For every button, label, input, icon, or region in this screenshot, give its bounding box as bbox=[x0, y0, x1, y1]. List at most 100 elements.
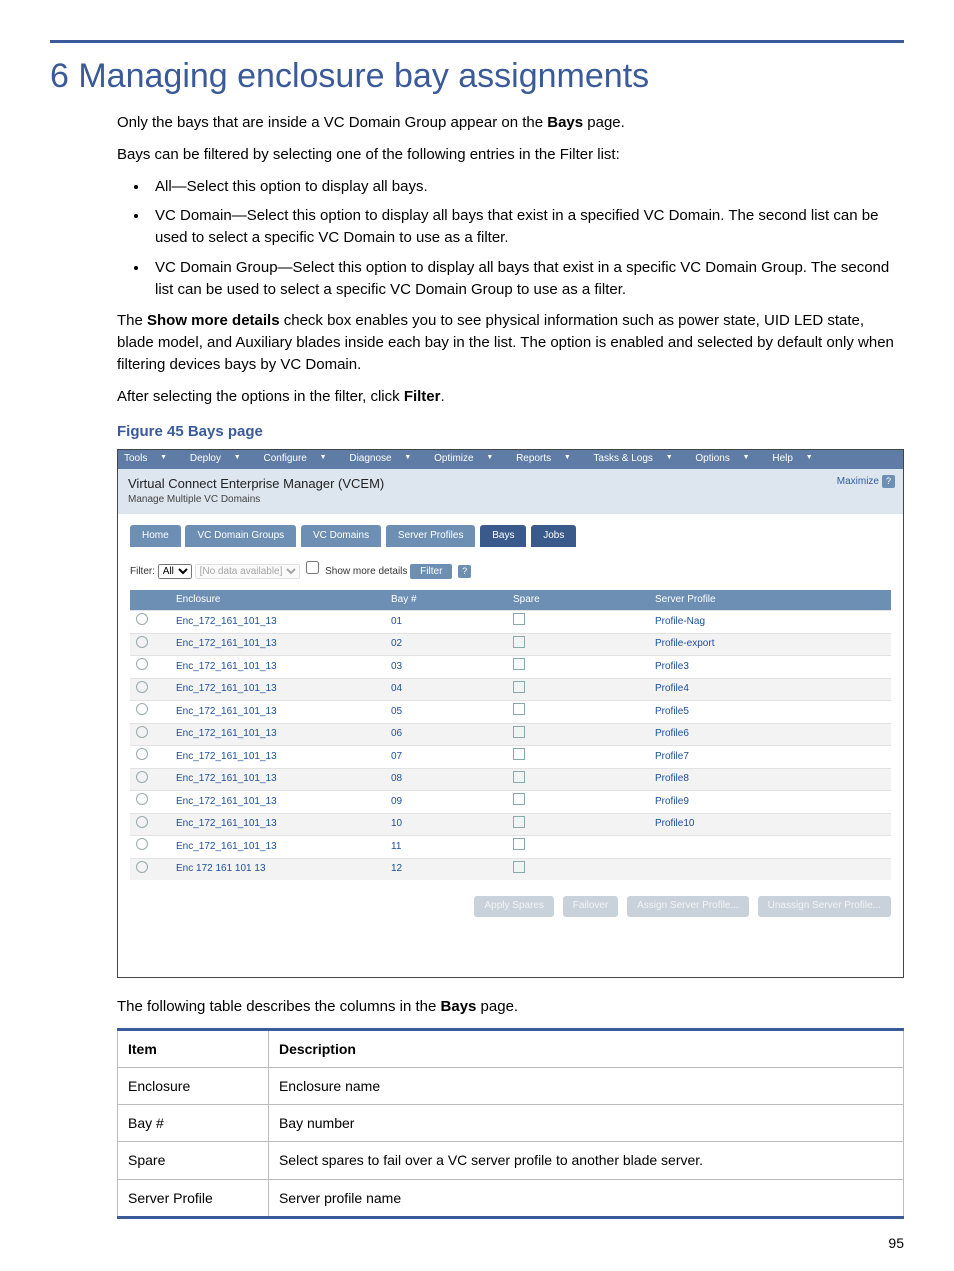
table-row[interactable]: Enc_172_161_101_1307Profile7 bbox=[130, 746, 891, 769]
spare-checkbox[interactable] bbox=[513, 771, 525, 783]
status-icon bbox=[136, 771, 148, 783]
bay-cell: 12 bbox=[385, 858, 507, 880]
show-more-checkbox[interactable] bbox=[306, 561, 319, 574]
profile-cell: Profile9 bbox=[649, 791, 891, 814]
table-row[interactable]: Enc_172_161_101_1301Profile-Nag bbox=[130, 611, 891, 634]
tab-bays[interactable]: Bays bbox=[480, 525, 526, 548]
menu-item[interactable]: Options ▼ bbox=[695, 453, 759, 464]
col-enclosure[interactable]: Enclosure bbox=[170, 590, 385, 611]
profile-cell: Profile10 bbox=[649, 813, 891, 836]
bay-cell: 02 bbox=[385, 633, 507, 656]
tab-server-profiles[interactable]: Server Profiles bbox=[386, 525, 476, 548]
enclosure-cell: Enc 172 161 101 13 bbox=[170, 858, 385, 880]
table-row[interactable]: Enc_172_161_101_1309 Profile9 bbox=[130, 791, 891, 814]
desc-header-description: Description bbox=[268, 1029, 903, 1067]
enclosure-cell: Enc_172_161_101_13 bbox=[170, 611, 385, 634]
status-icon bbox=[136, 658, 148, 670]
tab-vc-domains[interactable]: VC Domains bbox=[301, 525, 381, 548]
menu-item[interactable]: Reports ▼ bbox=[516, 453, 581, 464]
table-row[interactable]: Enc_172_161_101_1311 bbox=[130, 836, 891, 859]
bay-cell: 01 bbox=[385, 611, 507, 634]
spare-checkbox[interactable] bbox=[513, 816, 525, 828]
menu-item[interactable]: Help ▼ bbox=[772, 453, 822, 464]
table-row[interactable]: Enc_172_161_101_1302Profile-export bbox=[130, 633, 891, 656]
tab-vc-domain-groups[interactable]: VC Domain Groups bbox=[185, 525, 296, 548]
menu-item[interactable]: Diagnose ▼ bbox=[349, 453, 421, 464]
tab-bar: Home VC Domain Groups VC Domains Server … bbox=[118, 514, 903, 551]
help-icon[interactable]: ? bbox=[458, 565, 471, 578]
bay-cell: 09 bbox=[385, 791, 507, 814]
bays-bold: Bays bbox=[441, 998, 477, 1015]
status-cell bbox=[130, 633, 170, 656]
status-icon bbox=[136, 613, 148, 625]
status-cell bbox=[130, 678, 170, 701]
spare-checkbox[interactable] bbox=[513, 838, 525, 850]
status-cell bbox=[130, 656, 170, 679]
col-bay[interactable]: Bay # bbox=[385, 590, 507, 611]
filter-button[interactable]: Filter bbox=[410, 564, 452, 579]
status-icon bbox=[136, 681, 148, 693]
spare-cell bbox=[507, 723, 649, 746]
bays-screenshot: Tools ▼ Deploy ▼ Configure ▼ Diagnose ▼ … bbox=[117, 449, 904, 978]
spare-checkbox[interactable] bbox=[513, 636, 525, 648]
spare-checkbox[interactable] bbox=[513, 793, 525, 805]
col-spare[interactable]: Spare bbox=[507, 590, 649, 611]
show-more-para: The Show more details check box enables … bbox=[117, 310, 904, 375]
maximize-link[interactable]: Maximize? bbox=[837, 475, 895, 490]
menu-item[interactable]: Optimize ▼ bbox=[434, 453, 503, 464]
help-icon[interactable]: ? bbox=[882, 475, 895, 488]
col-server-profile[interactable]: Server Profile bbox=[649, 590, 891, 611]
enclosure-cell: Enc_172_161_101_13 bbox=[170, 701, 385, 724]
spare-checkbox[interactable] bbox=[513, 726, 525, 738]
tab-home[interactable]: Home bbox=[130, 525, 181, 548]
spare-checkbox[interactable] bbox=[513, 748, 525, 760]
filter-select[interactable]: All bbox=[158, 564, 192, 579]
spare-cell bbox=[507, 813, 649, 836]
profile-cell bbox=[649, 858, 891, 880]
profile-cell: Profile-export bbox=[649, 633, 891, 656]
table-row[interactable]: Enc 172 161 101 1312 bbox=[130, 858, 891, 880]
filter-label: Filter: bbox=[130, 566, 155, 577]
status-cell bbox=[130, 611, 170, 634]
spare-checkbox[interactable] bbox=[513, 681, 525, 693]
intro-para-1: Only the bays that are inside a VC Domai… bbox=[117, 112, 904, 134]
spare-checkbox[interactable] bbox=[513, 613, 525, 625]
tab-jobs[interactable]: Jobs bbox=[531, 525, 576, 548]
table-row[interactable]: Enc_172_161_101_1310Profile10 bbox=[130, 813, 891, 836]
enclosure-cell: Enc_172_161_101_13 bbox=[170, 791, 385, 814]
spare-cell bbox=[507, 791, 649, 814]
status-icon bbox=[136, 816, 148, 828]
table-row: Bay #Bay number bbox=[118, 1105, 904, 1142]
bays-grid: Enclosure Bay # Spare Server Profile Enc… bbox=[130, 590, 891, 881]
apply-spares-button[interactable]: Apply Spares bbox=[474, 896, 553, 917]
status-cell bbox=[130, 813, 170, 836]
bay-cell: 11 bbox=[385, 836, 507, 859]
menu-item[interactable]: Tools ▼ bbox=[124, 453, 177, 464]
app-subtitle: Manage Multiple VC Domains bbox=[128, 493, 893, 508]
profile-cell: Profile4 bbox=[649, 678, 891, 701]
spare-cell bbox=[507, 836, 649, 859]
filter-secondary-select[interactable]: [No data available] bbox=[195, 564, 300, 579]
spare-cell bbox=[507, 701, 649, 724]
table-row[interactable]: Enc_172_161_101_1303Profile3 bbox=[130, 656, 891, 679]
failover-button[interactable]: Failover bbox=[563, 896, 619, 917]
menu-item[interactable]: Tasks & Logs ▼ bbox=[593, 453, 682, 464]
table-row: Server ProfileServer profile name bbox=[118, 1179, 904, 1217]
spare-checkbox[interactable] bbox=[513, 703, 525, 715]
spare-checkbox[interactable] bbox=[513, 658, 525, 670]
filter-click-para: After selecting the options in the filte… bbox=[117, 386, 904, 408]
menu-item[interactable]: Deploy ▼ bbox=[190, 453, 251, 464]
bay-cell: 03 bbox=[385, 656, 507, 679]
table-row[interactable]: Enc_172_161_101_1305Profile5 bbox=[130, 701, 891, 724]
spare-checkbox[interactable] bbox=[513, 861, 525, 873]
columns-description-table: Item Description EnclosureEnclosure name… bbox=[117, 1028, 904, 1219]
enclosure-cell: Enc_172_161_101_13 bbox=[170, 836, 385, 859]
bay-cell: 07 bbox=[385, 746, 507, 769]
table-row[interactable]: Enc_172_161_101_1306Profile6 bbox=[130, 723, 891, 746]
table-row[interactable]: Enc_172_161_101_1308Profile8 bbox=[130, 768, 891, 791]
bay-cell: 04 bbox=[385, 678, 507, 701]
assign-profile-button[interactable]: Assign Server Profile... bbox=[627, 896, 749, 917]
menu-item[interactable]: Configure ▼ bbox=[264, 453, 337, 464]
table-row[interactable]: Enc_172_161_101_1304Profile4 bbox=[130, 678, 891, 701]
unassign-profile-button[interactable]: Unassign Server Profile... bbox=[758, 896, 891, 917]
